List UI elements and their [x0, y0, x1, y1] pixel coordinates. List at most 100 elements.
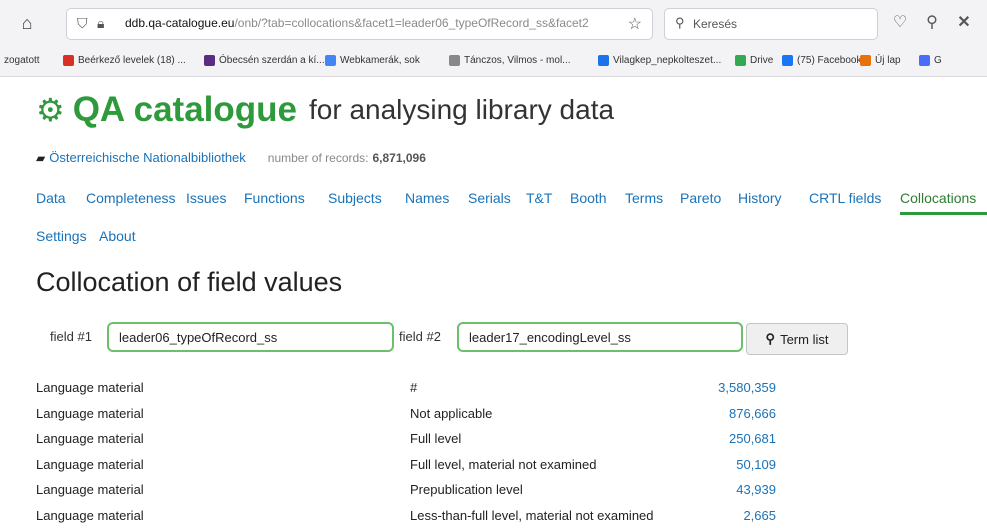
tab-serials[interactable]: Serials	[468, 190, 511, 206]
tab-crtl-fields[interactable]: CRTL fields	[809, 190, 881, 206]
logo-name: QA catalogue	[72, 90, 297, 129]
field1-term: Language material	[36, 456, 144, 472]
bookmark-item[interactable]: G	[919, 55, 942, 66]
field1-term: Language material	[36, 507, 144, 523]
search-icon: ⚲	[675, 15, 685, 30]
field1-value: leader06_typeOfRecord_ss	[119, 330, 278, 345]
field1-term: Language material	[36, 380, 144, 395]
bookmark-star-icon[interactable]: ☆	[628, 14, 642, 34]
term-list-button[interactable]: ⚲ Term list	[746, 323, 848, 355]
bookmark-favicon-icon	[598, 55, 609, 66]
browser-search-placeholder: Keresés	[693, 17, 738, 31]
field1-label: field #1	[50, 329, 92, 344]
bookmark-label: Webkamerák, sok	[340, 55, 420, 66]
bookmark-label: zogatott	[4, 55, 40, 66]
bookmark-item[interactable]: Tánczos, Vilmos - mol...	[449, 55, 571, 66]
address-bar[interactable]: ⛉ 🔒︎ ddb.qa-catalogue.eu/onb/?tab=colloc…	[66, 8, 653, 40]
shield-icon[interactable]: ⛉	[77, 15, 91, 31]
app-logo[interactable]: ⚙ QA catalogue for analysing library dat…	[36, 88, 614, 132]
tab-about[interactable]: About	[99, 228, 136, 244]
count-link[interactable]: 876,666	[729, 406, 776, 421]
bookmarks-bar: zogatott Beérkező levelek (18) ... Óbecsén…	[0, 50, 987, 72]
table-row: Language material Full level, material no…	[36, 457, 776, 477]
bookmark-label: G	[934, 55, 942, 66]
bookmark-label: Új lap	[875, 55, 901, 66]
tab-terms[interactable]: Terms	[625, 190, 663, 206]
tab-t-t[interactable]: T&T	[526, 190, 552, 206]
library-info: ▰ Österreichische Nationalbibliothek num…	[36, 150, 426, 165]
extension-icon[interactable]: ✕	[954, 12, 974, 32]
bookmark-label: Drive	[750, 55, 774, 66]
records-label: number of records:	[267, 150, 369, 165]
count-link[interactable]: 43,939	[736, 482, 776, 497]
browser-search-bar[interactable]: ⚲ Keresés	[664, 8, 878, 40]
tab-history[interactable]: History	[738, 190, 782, 206]
bookmark-label: Tánczos, Vilmos - mol...	[464, 55, 571, 66]
tab-booth[interactable]: Booth	[570, 190, 607, 206]
home-icon[interactable]: ⌂	[16, 12, 38, 34]
table-row: Language material Full level 250,681	[36, 431, 776, 451]
count-link[interactable]: 50,109	[736, 457, 776, 472]
bookmark-label: (75) Facebook	[797, 55, 862, 66]
lock-icon[interactable]: 🔒︎	[97, 14, 113, 32]
active-tab-underline	[900, 212, 987, 215]
browser-chrome: ⌂ ⛉ 🔒︎ ddb.qa-catalogue.eu/onb/?tab=coll…	[0, 0, 987, 77]
logo-tagline: for analysing library data	[309, 94, 615, 125]
bookmark-item[interactable]: Óbecsén szerdán a kí...	[204, 55, 325, 66]
gears-icon: ⚙	[36, 92, 65, 128]
tab-issues[interactable]: Issues	[186, 190, 226, 206]
page-title: Collocation of field values	[36, 267, 343, 297]
tab-collocations[interactable]: Collocations	[900, 190, 976, 206]
count-link[interactable]: 2,665	[743, 508, 776, 523]
library-name-link[interactable]: Österreichische Nationalbibliothek	[49, 150, 246, 165]
bookmark-item[interactable]: Új lap	[860, 55, 901, 66]
field2-term: #	[410, 380, 418, 395]
url-path: /onb/?tab=collocations&facet1=leader06_t…	[234, 16, 589, 30]
count-link[interactable]: 250,681	[729, 431, 776, 446]
term-list-label: Term list	[780, 331, 829, 347]
bookmark-item[interactable]: zogatott	[4, 55, 40, 66]
bookmark-item[interactable]: Beérkező levelek (18) ...	[63, 55, 186, 66]
field2-input[interactable]: leader17_encodingLevel_ss	[457, 322, 743, 352]
bookmark-favicon-icon	[325, 55, 336, 66]
field2-term: Full level, material not examined	[410, 456, 597, 472]
field1-term: Language material	[36, 431, 144, 446]
tab-data[interactable]: Data	[36, 190, 66, 206]
field1-term: Language material	[36, 482, 144, 497]
tab-functions[interactable]: Functions	[244, 190, 305, 206]
bookmark-favicon-icon	[782, 55, 793, 66]
bookmark-item[interactable]: Webkamerák, sok	[325, 55, 420, 66]
bookmark-item[interactable]: (75) Facebook	[782, 55, 861, 66]
bookmark-label: Beérkező levelek (18) ...	[78, 55, 186, 66]
tab-subjects[interactable]: Subjects	[328, 190, 382, 206]
browser-toolbar: ⌂ ⛉ 🔒︎ ddb.qa-catalogue.eu/onb/?tab=coll…	[0, 0, 987, 46]
table-row: Language material #3,580,359	[36, 380, 776, 400]
search-icon: ⚲	[765, 331, 776, 346]
field2-term: Full level	[410, 431, 462, 446]
bookmark-favicon-icon	[204, 55, 215, 66]
tab-pareto[interactable]: Pareto	[680, 190, 721, 206]
table-row: Language material Less-than-full level, m…	[36, 508, 776, 528]
bookmark-favicon-icon	[449, 55, 460, 66]
tab-settings[interactable]: Settings	[36, 228, 87, 244]
tab-completeness[interactable]: Completeness	[86, 190, 176, 206]
bookmark-item[interactable]: Drive	[735, 55, 773, 66]
url-text[interactable]: ddb.qa-catalogue.eu/onb/?tab=collocation…	[125, 16, 625, 30]
bookmark-favicon-icon	[735, 55, 746, 66]
zoom-search-icon[interactable]: ⚲	[922, 12, 942, 32]
table-row: Language material Not applicable 876,666	[36, 406, 776, 426]
count-link[interactable]: 3,580,359	[718, 380, 776, 395]
field2-term: Prepublication level	[410, 482, 523, 497]
field2-term: Less-than-full level, material not exami…	[410, 507, 654, 523]
pocket-icon[interactable]: ♡	[890, 12, 910, 32]
field1-input[interactable]: leader06_typeOfRecord_ss	[107, 322, 394, 352]
field1-term: Language material	[36, 405, 144, 421]
tab-names[interactable]: Names	[405, 190, 449, 206]
bookmark-label: Óbecsén szerdán a kí...	[219, 55, 325, 66]
bookmark-item[interactable]: Vilagkep_nepkolteszet...	[598, 55, 721, 66]
records-value: 6,871,096	[372, 150, 426, 165]
url-host: ddb.qa-catalogue.eu	[125, 16, 235, 30]
bookmark-favicon-icon	[860, 55, 871, 66]
field2-term: Not applicable	[410, 405, 493, 421]
bookmark-label: Vilagkep_nepkolteszet...	[613, 55, 722, 66]
